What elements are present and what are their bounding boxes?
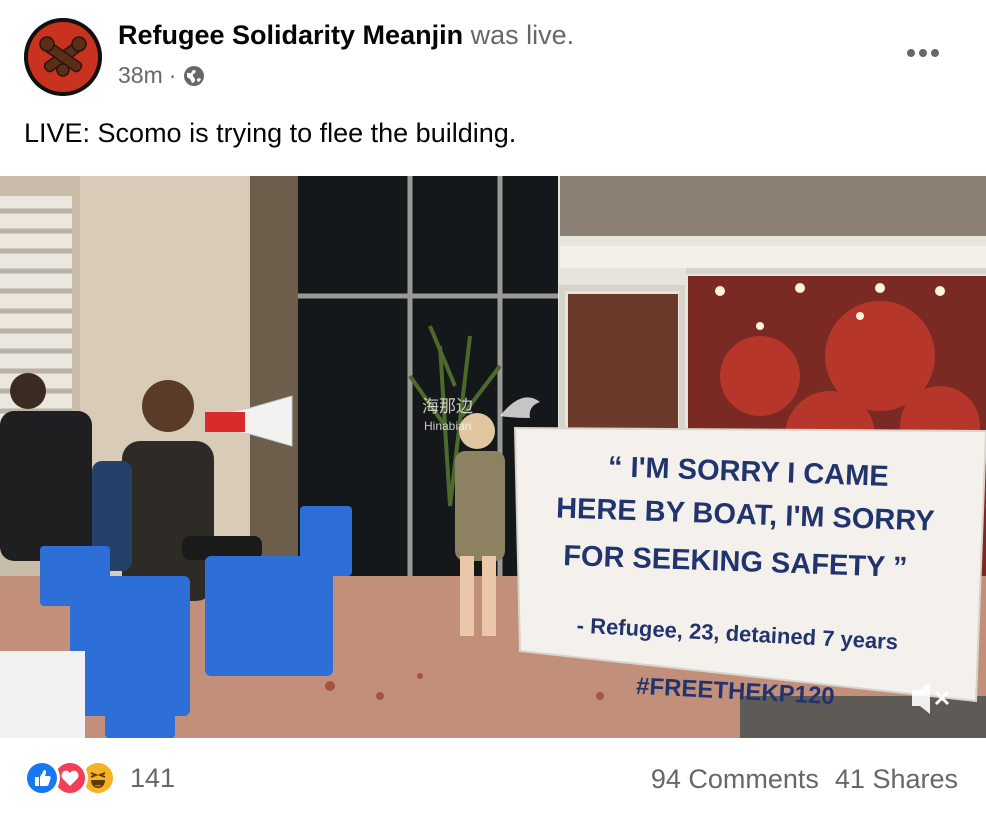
- video-frame: “ I'M SORRY I CAME HERE BY BOAT, I'M SOR…: [0, 176, 986, 738]
- more-options-button[interactable]: [900, 40, 946, 66]
- comments-count-link[interactable]: 94 Comments: [651, 764, 819, 795]
- post-footer: 141 94 Comments 41 Shares: [0, 738, 986, 820]
- ellipsis-icon: [907, 49, 939, 57]
- author-name[interactable]: Refugee Solidarity Meanjin: [118, 20, 463, 50]
- reactions-summary[interactable]: 141: [24, 760, 175, 796]
- author-action: was live.: [470, 20, 575, 50]
- post-card: Refugee Solidarity Meanjin was live. 38m…: [0, 0, 986, 820]
- page-avatar[interactable]: [24, 18, 102, 96]
- post-message: LIVE: Scomo is trying to flee the buildi…: [24, 118, 517, 148]
- meta-separator: ·: [168, 62, 177, 88]
- shares-count-link[interactable]: 41 Shares: [835, 764, 958, 795]
- globe-icon: [184, 65, 205, 86]
- fist-logo-icon: [24, 18, 102, 96]
- author-line: Refugee Solidarity Meanjin was live.: [118, 20, 574, 51]
- post-timestamp[interactable]: 38m: [118, 62, 163, 89]
- reaction-count: 141: [130, 762, 176, 793]
- live-video-player[interactable]: “ I'M SORRY I CAME HERE BY BOAT, I'M SOR…: [0, 176, 986, 738]
- like-icon: [24, 760, 60, 796]
- watermark-en: Hinabian: [424, 419, 471, 433]
- post-meta: 38m ·: [118, 62, 206, 89]
- post-stats: 94 Comments 41 Shares: [651, 764, 958, 795]
- watermark-cn: 海那边: [422, 397, 473, 416]
